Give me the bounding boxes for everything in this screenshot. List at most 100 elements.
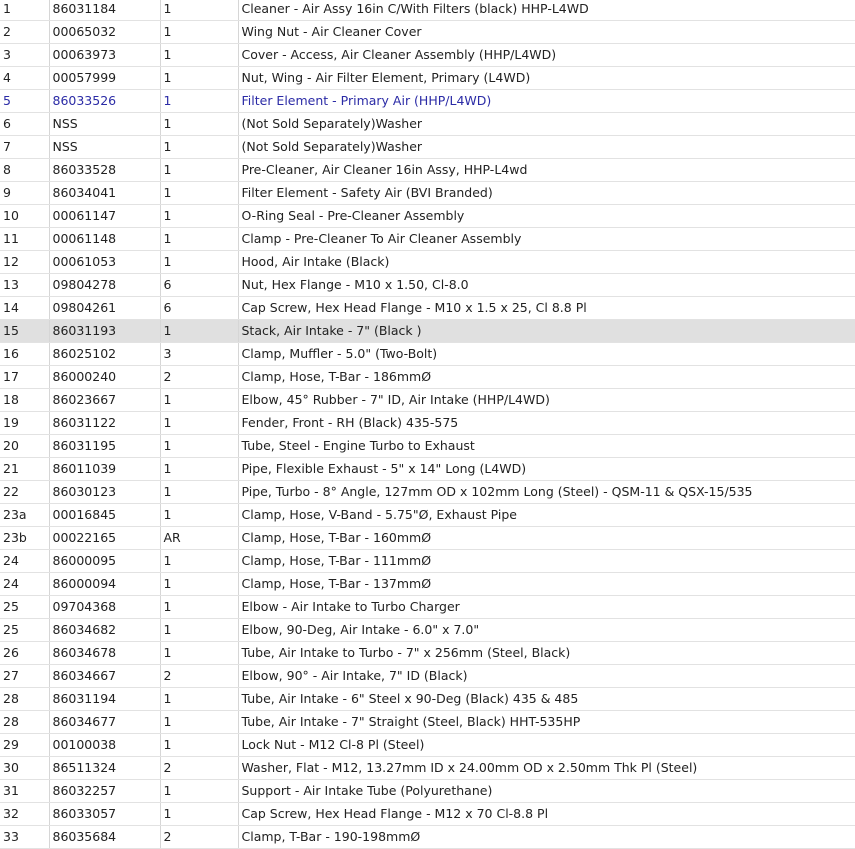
part-number-cell: 86032257: [49, 779, 161, 803]
parts-table-row[interactable]: 28 86031194 1 Tube, Air Intake - 6" Steel x…: [0, 687, 855, 711]
quantity-cell: 1: [160, 181, 239, 205]
parts-table-row[interactable]: 17 86000240 2 Clamp, Hose, T-Bar - 186mmØ: [0, 365, 855, 389]
parts-table-row[interactable]: 24 86000095 1 Clamp, Hose, T-Bar - 111mmØ: [0, 549, 855, 573]
quantity-cell: 1: [160, 733, 239, 757]
parts-table-row[interactable]: 30 86511324 2 Washer, Flat - M12, 13.27mm I…: [0, 756, 855, 780]
quantity-cell: 1: [160, 66, 239, 90]
description-cell[interactable]: Filter Element - Primary Air (HHP/L4WD): [238, 89, 855, 113]
quantity-cell: 1: [160, 802, 239, 826]
ref-number-cell: 1: [0, 0, 50, 21]
part-number-cell: 09804278: [49, 273, 161, 297]
parts-table-row[interactable]: 20 86031195 1 Tube, Steel - Engine Turbo to…: [0, 434, 855, 458]
description-cell: Tube, Air Intake - 7" Straight (Steel, B…: [238, 710, 855, 734]
description-cell: Clamp, Muffler - 5.0" (Two-Bolt): [238, 342, 855, 366]
ref-number-cell: 30: [0, 756, 50, 780]
ref-number-cell: 16: [0, 342, 50, 366]
description-cell: Nut, Wing - Air Filter Element, Primary …: [238, 66, 855, 90]
part-number-cell: 86030123: [49, 480, 161, 504]
description-cell: Hood, Air Intake (Black): [238, 250, 855, 274]
description-cell: Tube, Air Intake - 6" Steel x 90-Deg (Bl…: [238, 687, 855, 711]
quantity-cell: 1: [160, 687, 239, 711]
parts-table-row[interactable]: 9 86034041 1 Filter Element - Safety Air (B…: [0, 181, 855, 205]
parts-table-row[interactable]: 25 86034682 1 Elbow, 90-Deg, Air Intake - 6…: [0, 618, 855, 642]
quantity-cell: 1: [160, 20, 239, 44]
part-number-cell: 09704368: [49, 595, 161, 619]
parts-table-row[interactable]: 10 00061147 1 O-Ring Seal - Pre-Cleaner Ass…: [0, 204, 855, 228]
part-number-cell: 86031184: [49, 0, 161, 21]
part-number-cell: 86033057: [49, 802, 161, 826]
ref-number-cell: 31: [0, 779, 50, 803]
ref-number-cell: 19: [0, 411, 50, 435]
description-cell: Elbow, 45° Rubber - 7" ID, Air Intake (H…: [238, 388, 855, 412]
description-cell: Washer, Flat - M12, 13.27mm ID x 24.00mm…: [238, 756, 855, 780]
description-cell: Elbow - Air Intake to Turbo Charger: [238, 595, 855, 619]
description-cell: Pre-Cleaner, Air Cleaner 16in Assy, HHP-…: [238, 158, 855, 182]
description-cell: Clamp, Hose, V-Band - 5.75"Ø, Exhaust Pi…: [238, 503, 855, 527]
parts-table-row[interactable]: 13 09804278 6 Nut, Hex Flange - M10 x 1.50,…: [0, 273, 855, 297]
ref-number-cell: 15: [0, 319, 50, 343]
parts-table-row[interactable]: 32 86033057 1 Cap Screw, Hex Head Flange - …: [0, 802, 855, 826]
quantity-cell: 1: [160, 204, 239, 228]
ref-number-cell[interactable]: 5: [0, 89, 50, 113]
parts-table-row[interactable]: 2 00065032 1 Wing Nut - Air Cleaner Cover: [0, 20, 855, 44]
quantity-cell: 2: [160, 756, 239, 780]
part-number-cell: NSS: [49, 135, 161, 159]
parts-table-row[interactable]: 11 00061148 1 Clamp - Pre-Cleaner To Air Cl…: [0, 227, 855, 251]
description-cell: Tube, Steel - Engine Turbo to Exhaust: [238, 434, 855, 458]
ref-number-cell: 24: [0, 549, 50, 573]
description-cell: Cover - Access, Air Cleaner Assembly (HH…: [238, 43, 855, 67]
parts-table-row[interactable]: 15 86031193 1 Stack, Air Intake - 7" (Black…: [0, 319, 855, 343]
part-number-cell: 86034678: [49, 641, 161, 665]
parts-table-row[interactable]: 14 09804261 6 Cap Screw, Hex Head Flange - …: [0, 296, 855, 320]
description-cell: (Not Sold Separately)Washer: [238, 135, 855, 159]
parts-table-row[interactable]: 31 86032257 1 Support - Air Intake Tube (Po…: [0, 779, 855, 803]
quantity-cell: 1: [160, 227, 239, 251]
part-number-cell: 00061148: [49, 227, 161, 251]
parts-table-row[interactable]: 22 86030123 1 Pipe, Turbo - 8° Angle, 127mm…: [0, 480, 855, 504]
description-cell: Clamp, Hose, T-Bar - 111mmØ: [238, 549, 855, 573]
quantity-cell: 1: [160, 710, 239, 734]
parts-table-row[interactable]: 5 86033526 1 Filter Element - Primary Air (…: [0, 89, 855, 113]
parts-table-row[interactable]: 21 86011039 1 Pipe, Flexible Exhaust - 5" x…: [0, 457, 855, 481]
ref-number-cell: 24: [0, 572, 50, 596]
ref-number-cell: 26: [0, 641, 50, 665]
parts-table-row[interactable]: 33 86035684 2 Clamp, T-Bar - 190-198mmØ: [0, 825, 855, 849]
parts-table-row[interactable]: 23b 00022165 AR Clamp, Hose, T-Bar - 160mmØ: [0, 526, 855, 550]
ref-number-cell: 6: [0, 112, 50, 136]
description-cell: Clamp, T-Bar - 190-198mmØ: [238, 825, 855, 849]
parts-table-row[interactable]: 19 86031122 1 Fender, Front - RH (Black) 43…: [0, 411, 855, 435]
ref-number-cell: 23b: [0, 526, 50, 550]
parts-table-row[interactable]: 16 86025102 3 Clamp, Muffler - 5.0" (Two-Bo…: [0, 342, 855, 366]
quantity-cell: 2: [160, 365, 239, 389]
parts-table-row[interactable]: 7 NSS 1 (Not Sold Separately)Washer: [0, 135, 855, 159]
parts-table-row[interactable]: 28 86034677 1 Tube, Air Intake - 7" Straigh…: [0, 710, 855, 734]
parts-table-row[interactable]: 26 86034678 1 Tube, Air Intake to Turbo - 7…: [0, 641, 855, 665]
parts-table-row[interactable]: 8 86033528 1 Pre-Cleaner, Air Cleaner 16in …: [0, 158, 855, 182]
quantity-cell: 1: [160, 618, 239, 642]
part-number-cell: NSS: [49, 112, 161, 136]
parts-table-row[interactable]: 29 00100038 1 Lock Nut - M12 Cl-8 Pl (Steel…: [0, 733, 855, 757]
quantity-cell: 6: [160, 296, 239, 320]
parts-list-body: 1 86031184 1 Cleaner - Air Assy 16in C/With…: [0, 0, 855, 849]
parts-table-row[interactable]: 12 00061053 1 Hood, Air Intake (Black): [0, 250, 855, 274]
parts-table-row[interactable]: 1 86031184 1 Cleaner - Air Assy 16in C/With…: [0, 0, 855, 21]
parts-table-row[interactable]: 24 86000094 1 Clamp, Hose, T-Bar - 137mmØ: [0, 572, 855, 596]
parts-table-row[interactable]: 4 00057999 1 Nut, Wing - Air Filter Element…: [0, 66, 855, 90]
quantity-cell: 1: [160, 779, 239, 803]
parts-table-row[interactable]: 25 09704368 1 Elbow - Air Intake to Turbo C…: [0, 595, 855, 619]
quantity-cell: 2: [160, 825, 239, 849]
quantity-cell: AR: [160, 526, 239, 550]
quantity-cell: 1: [160, 434, 239, 458]
quantity-cell: 1: [160, 158, 239, 182]
description-cell: Support - Air Intake Tube (Polyurethane): [238, 779, 855, 803]
parts-table-row[interactable]: 3 00063973 1 Cover - Access, Air Cleaner As…: [0, 43, 855, 67]
parts-table-row[interactable]: 6 NSS 1 (Not Sold Separately)Washer: [0, 112, 855, 136]
parts-table-row[interactable]: 23a 00016845 1 Clamp, Hose, V-Band - 5.75"Ø…: [0, 503, 855, 527]
ref-number-cell: 4: [0, 66, 50, 90]
parts-table-row[interactable]: 27 86034667 2 Elbow, 90° - Air Intake, 7" I…: [0, 664, 855, 688]
part-number-cell[interactable]: 86033526: [49, 89, 161, 113]
parts-table-row[interactable]: 18 86023667 1 Elbow, 45° Rubber - 7" ID, Ai…: [0, 388, 855, 412]
part-number-cell: 00022165: [49, 526, 161, 550]
part-number-cell: 00061053: [49, 250, 161, 274]
quantity-cell[interactable]: 1: [160, 89, 239, 113]
